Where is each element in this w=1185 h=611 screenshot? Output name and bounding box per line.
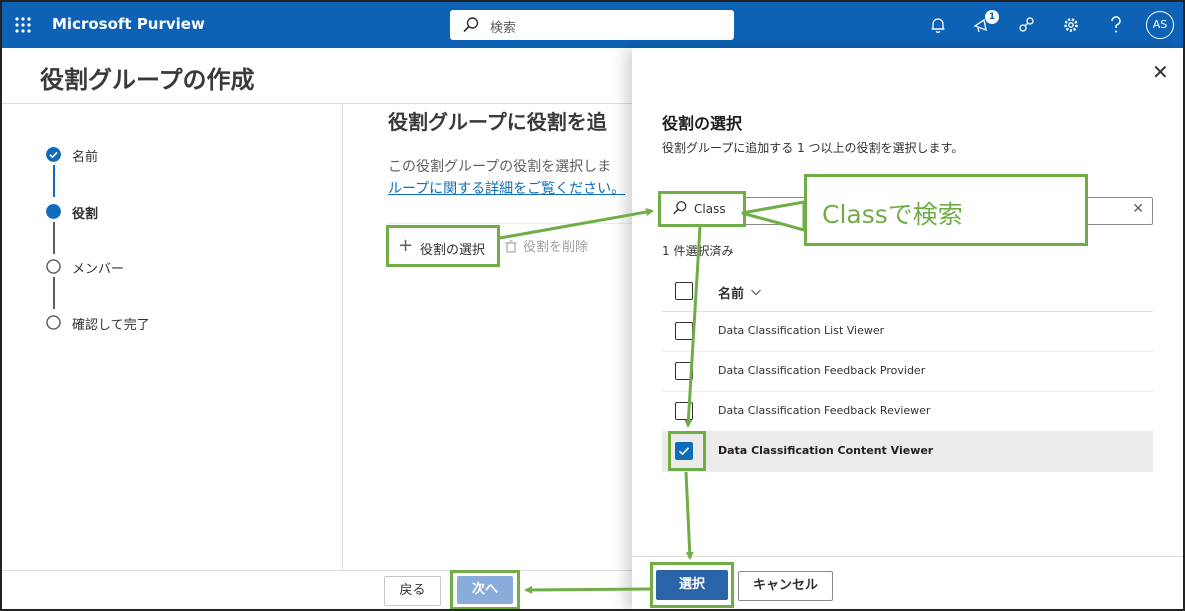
table-header: 名前 <box>662 270 1153 312</box>
column-header-name[interactable]: 名前 <box>718 283 744 302</box>
bell-icon[interactable] <box>929 16 947 34</box>
top-bar: Microsoft Purview 検索 1 AS <box>2 2 1183 48</box>
panel-title: 役割の選択 <box>662 114 743 133</box>
select-all-checkbox[interactable] <box>675 282 693 300</box>
cancel-button[interactable]: キャンセル <box>738 571 833 601</box>
connections-icon[interactable] <box>1018 16 1036 34</box>
role-name: Data Classification Content Viewer <box>718 444 934 457</box>
step-connector <box>53 277 55 309</box>
step-label: 役割 <box>72 207 99 222</box>
step-connector <box>53 165 55 197</box>
select-roles-panel: ✕ 役割の選択 役割グループに追加する 1 つ以上の役割を選択します。 ✕ Cl… <box>632 48 1183 609</box>
checkbox-highlight <box>668 431 706 471</box>
command-bar-divider <box>388 223 634 224</box>
panel-subtitle: 役割グループに追加する 1 つ以上の役割を選択します。 <box>662 141 964 155</box>
annotation-callout: Classで検索 <box>804 174 1088 246</box>
table-row[interactable]: Data Classification Feedback Reviewer <box>662 392 1153 432</box>
notification-badge: 1 <box>985 10 999 24</box>
row-checkbox[interactable] <box>675 322 693 340</box>
panel-footer-divider <box>632 556 1183 557</box>
app-frame: Microsoft Purview 検索 1 AS 役割グループの作成 名前 役… <box>0 0 1185 611</box>
gear-icon[interactable] <box>1062 16 1080 34</box>
section-title: 役割グループに役割を追 <box>388 110 607 134</box>
step-completed-icon <box>46 147 61 162</box>
role-search-value: Class <box>694 202 726 216</box>
select-roles-label: 役割の選択 <box>420 243 486 258</box>
section-description: この役割グループの役割を選択しま <box>388 159 612 175</box>
search-term-highlight: Class <box>658 191 746 227</box>
select-button[interactable]: 選択 <box>656 570 728 600</box>
table-row[interactable]: Data Classification Feedback Provider <box>662 352 1153 392</box>
step-pending-icon <box>46 259 61 274</box>
global-search-box[interactable]: 検索 <box>450 10 734 40</box>
table-row[interactable]: Data Classification List Viewer <box>662 312 1153 352</box>
row-checkbox[interactable] <box>675 402 693 420</box>
search-icon <box>673 201 687 215</box>
global-search-placeholder: 検索 <box>490 21 517 36</box>
trash-icon <box>505 240 517 253</box>
back-button[interactable]: 戻る <box>384 576 441 606</box>
learn-more-link[interactable]: ループに関する詳細をご覧ください。 <box>388 178 625 198</box>
role-name: Data Classification Feedback Reviewer <box>718 404 931 417</box>
step-label: 確認して完了 <box>72 318 150 333</box>
table-row-selected[interactable]: Data Classification Content Viewer <box>662 432 1153 472</box>
role-name: Data Classification List Viewer <box>718 324 885 337</box>
step-current-icon <box>46 204 61 219</box>
select-button-highlight: 選択 <box>650 562 734 608</box>
brand-title[interactable]: Microsoft Purview <box>52 15 205 33</box>
close-icon[interactable]: ✕ <box>1152 60 1169 84</box>
step-connector <box>53 222 55 254</box>
next-button-highlight: 次へ <box>450 570 520 609</box>
step-label: 名前 <box>72 150 99 165</box>
step-label: メンバー <box>72 262 125 277</box>
row-checkbox[interactable] <box>675 362 693 380</box>
step-pending-icon <box>46 315 61 330</box>
arrow-to-search <box>499 208 654 240</box>
header-divider <box>2 103 634 104</box>
steps-divider <box>342 104 343 570</box>
avatar[interactable]: AS <box>1146 11 1174 39</box>
next-button[interactable]: 次へ <box>457 576 513 604</box>
add-icon: + <box>398 235 414 256</box>
selected-count: 1 件選択済み <box>662 244 734 258</box>
app-launcher-icon[interactable] <box>14 16 32 34</box>
page-title: 役割グループの作成 <box>40 66 255 94</box>
role-name: Data Classification Feedback Provider <box>718 364 926 377</box>
select-roles-button[interactable]: + 役割の選択 <box>386 225 500 267</box>
help-icon[interactable] <box>1108 15 1124 35</box>
search-icon <box>463 17 479 33</box>
callout-text: Classで検索 <box>822 200 963 229</box>
footer-divider <box>2 570 634 571</box>
clear-search-icon[interactable]: ✕ <box>1132 201 1144 217</box>
remove-role-label: 役割を削除 <box>523 240 589 255</box>
chevron-down-icon[interactable] <box>750 286 762 298</box>
remove-role-button[interactable]: 役割を削除 <box>505 236 588 255</box>
